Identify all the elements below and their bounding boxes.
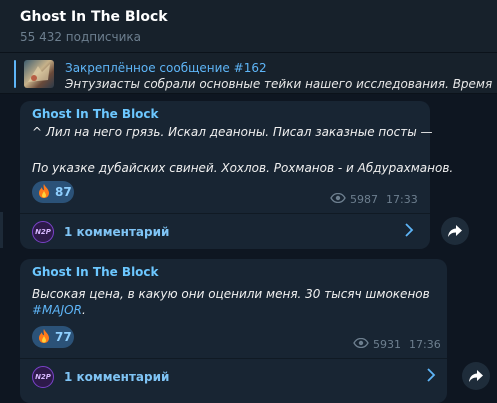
pinned-indicator — [14, 60, 16, 88]
eye-icon — [330, 192, 346, 206]
reaction-chip[interactable]: 77 — [32, 326, 74, 348]
message-author[interactable]: Ghost In The Block — [32, 107, 159, 121]
share-arrow-icon — [469, 367, 483, 386]
eye-icon — [353, 337, 369, 351]
left-edge — [0, 94, 6, 403]
fire-icon — [38, 183, 52, 201]
message-text-line: По указке дубайских свиней. Хохлов. Рохм… — [32, 161, 454, 175]
reaction-count: 87 — [55, 185, 72, 199]
message-meta: 5987 17:33 — [330, 192, 418, 206]
message-text-line: #MAJOR. — [32, 303, 86, 317]
pinned-title: Закреплённое сообщение #162 — [65, 61, 267, 75]
share-button[interactable] — [441, 217, 469, 245]
chat-header[interactable]: Ghost In The Block 55 432 подписчика — [0, 0, 497, 52]
message-text-line: ^ Лил на него грязь. Искал деаноны. Писа… — [32, 125, 433, 139]
share-arrow-icon — [448, 222, 462, 241]
message-time: 17:36 — [409, 338, 441, 351]
message-text-line: Высокая цена, в какую они оценили меня. … — [32, 287, 430, 301]
avatar-logo-text: N2P — [35, 228, 51, 236]
reaction-count: 77 — [55, 330, 72, 344]
left-edge-mark — [0, 212, 3, 248]
comment-avatar: N2P — [32, 366, 54, 388]
comments-label: 1 комментарий — [64, 370, 170, 384]
subscriber-count: 55 432 подписчика — [20, 30, 142, 44]
view-count: 5931 — [373, 338, 401, 351]
view-count: 5987 — [350, 193, 378, 206]
share-button[interactable] — [462, 362, 490, 390]
pinned-thumbnail — [24, 60, 54, 88]
comment-avatar: N2P — [32, 221, 54, 243]
comments-button[interactable]: N2P 1 комментарий — [20, 359, 447, 395]
pinned-text: Энтузиасты собрали основные тейки нашего… — [65, 77, 497, 91]
hashtag-link[interactable]: #MAJOR — [32, 303, 82, 317]
comments-label: 1 комментарий — [64, 225, 170, 239]
pinned-message-bar[interactable]: Закреплённое сообщение #162 Энтузиасты с… — [0, 52, 497, 94]
message-bubble[interactable]: Ghost In The Block ^ Лил на него грязь. … — [20, 101, 453, 250]
message-author[interactable]: Ghost In The Block — [32, 265, 159, 279]
message-bubble[interactable]: Ghost In The Block Высокая цена, в какую… — [20, 259, 447, 403]
comments-button[interactable]: N2P 1 комментарий — [20, 214, 430, 250]
chevron-right-icon — [404, 223, 414, 241]
channel-title: Ghost In The Block — [20, 9, 168, 25]
avatar-logo-text: N2P — [35, 373, 51, 381]
message-meta: 5931 17:36 — [353, 337, 441, 351]
fire-icon — [38, 328, 52, 346]
hashtag-suffix: . — [81, 303, 86, 317]
reaction-chip[interactable]: 87 — [32, 181, 74, 203]
message-time: 17:33 — [386, 193, 418, 206]
chevron-right-icon — [426, 368, 436, 386]
